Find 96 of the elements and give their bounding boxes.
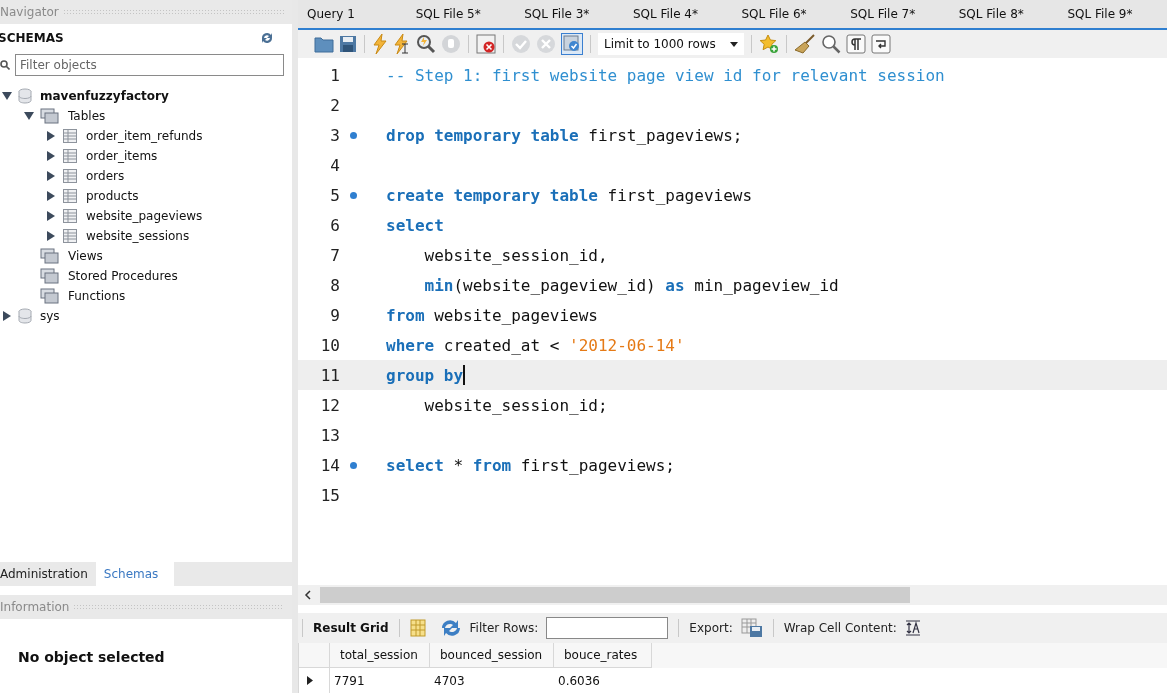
wrap-text-icon[interactable] <box>904 620 921 636</box>
tree-item[interactable]: website_sessions <box>86 229 190 243</box>
line-number: 2 <box>329 95 340 115</box>
code-line: from website_pageviews <box>386 305 598 325</box>
code-line: drop temporary table first_pageviews; <box>386 125 743 145</box>
folder-icon <box>40 248 60 264</box>
line-number: 6 <box>329 215 340 235</box>
panel-title: Information <box>0 600 71 614</box>
tree-item[interactable]: order_items <box>86 149 158 163</box>
table-cell-text: 7791 <box>333 672 366 690</box>
autocommit-toggle[interactable] <box>561 33 583 55</box>
expander-icon[interactable] <box>2 311 12 321</box>
table-icon <box>62 148 78 164</box>
line-number: 3 <box>329 125 340 145</box>
column-header[interactable]: bounced_session <box>430 643 554 668</box>
info-message: No object selected <box>18 649 165 665</box>
code-line: min(website_pageview_id) as min_pageview_id <box>423 275 839 295</box>
line-number: 8 <box>329 275 340 295</box>
code-line: -- Step 1: first website page view id for relevant session <box>386 65 945 85</box>
limit-dropdown[interactable]: Limit to 1000 rows <box>598 33 744 55</box>
tree-item[interactable]: orders <box>86 169 125 183</box>
expander-icon[interactable] <box>24 111 34 121</box>
wrap-icon[interactable] <box>871 34 891 54</box>
tree-item[interactable]: products <box>86 189 139 203</box>
column-header[interactable]: bouce_rates <box>554 643 652 668</box>
horizontal-scrollbar[interactable] <box>298 585 1167 605</box>
folder-icon[interactable] <box>314 35 334 53</box>
panel-tab[interactable]: Schemas <box>95 562 175 586</box>
code-line: website_session_id; <box>423 395 608 415</box>
line-number: 15 <box>319 485 340 505</box>
code-line: create temporary table first_pageviews <box>386 185 753 205</box>
line-number: 4 <box>329 155 340 175</box>
database-icon <box>18 88 32 104</box>
tree-item[interactable]: Views <box>68 249 103 263</box>
expander-icon[interactable] <box>46 191 56 201</box>
save-icon[interactable] <box>339 35 357 53</box>
expander-icon[interactable] <box>46 171 56 181</box>
table-icon <box>62 228 78 244</box>
code-line: group by <box>386 365 466 385</box>
expander-icon[interactable] <box>46 151 56 161</box>
export-icon[interactable] <box>740 618 763 638</box>
export-label: Export: <box>689 621 733 635</box>
tree-item[interactable]: mavenfuzzyfactory <box>40 89 169 103</box>
tree-item[interactable]: Tables <box>68 109 106 123</box>
line-number: 14 <box>319 455 340 475</box>
table-icon <box>62 128 78 144</box>
pilcrow-icon[interactable] <box>846 34 866 54</box>
tree-item[interactable]: Stored Procedures <box>68 269 178 283</box>
caret-icon[interactable] <box>730 41 738 47</box>
code-line: select * from first_pageviews; <box>386 455 675 475</box>
line-number: 9 <box>329 305 340 325</box>
refresh-icon[interactable] <box>439 619 462 637</box>
line-number: 12 <box>319 395 340 415</box>
filter-rows-field[interactable] <box>546 617 669 639</box>
scroll-left-icon[interactable] <box>304 590 312 600</box>
line-number: 13 <box>319 425 340 445</box>
table-cell-text: 0.6036 <box>557 672 601 690</box>
tree-item[interactable]: Functions <box>68 289 126 303</box>
code-line: website_session_id, <box>423 245 608 265</box>
line-number: 5 <box>329 185 340 205</box>
table-cell-text: 4703 <box>433 672 466 690</box>
filter-field[interactable]: Filter objects <box>15 54 284 76</box>
find-icon[interactable] <box>821 34 841 54</box>
line-number: 7 <box>329 245 340 265</box>
database-icon <box>18 308 32 324</box>
stop-icon[interactable] <box>476 34 496 54</box>
filter-label: Filter Rows: <box>469 621 539 635</box>
broom-icon[interactable] <box>794 34 816 54</box>
table-icon <box>62 208 78 224</box>
tree-item[interactable]: sys <box>40 309 60 323</box>
tree-item[interactable]: website_pageviews <box>86 209 203 223</box>
table-icon <box>62 168 78 184</box>
table-icon <box>62 188 78 204</box>
column-header[interactable]: total_session <box>330 643 430 668</box>
star-add-icon[interactable] <box>759 34 779 54</box>
expander-icon[interactable] <box>46 211 56 221</box>
expander-icon[interactable] <box>2 91 12 101</box>
code-line: select <box>386 215 444 235</box>
lightning-cursor-icon[interactable] <box>393 34 411 54</box>
tree-item[interactable]: order_item_refunds <box>86 129 203 143</box>
refresh-icon[interactable] <box>260 32 274 44</box>
wrap-label: Wrap Cell Content: <box>783 621 897 635</box>
search-icon <box>0 60 10 70</box>
expander-icon[interactable] <box>46 231 56 241</box>
panel-title: Navigator <box>0 5 60 19</box>
view-label[interactable]: Result Grid <box>313 621 389 635</box>
code-line: where created_at < '2012-06-14' <box>386 335 685 355</box>
line-number: 1 <box>329 65 340 85</box>
check-icon[interactable] <box>511 34 531 54</box>
magnifier-icon[interactable] <box>416 34 436 54</box>
line-number: 11 <box>319 365 340 385</box>
line-number: 10 <box>319 335 340 355</box>
expander-icon[interactable] <box>46 131 56 141</box>
folder-icon <box>40 288 60 304</box>
folder-icon <box>40 108 60 124</box>
folder-icon <box>40 268 60 284</box>
